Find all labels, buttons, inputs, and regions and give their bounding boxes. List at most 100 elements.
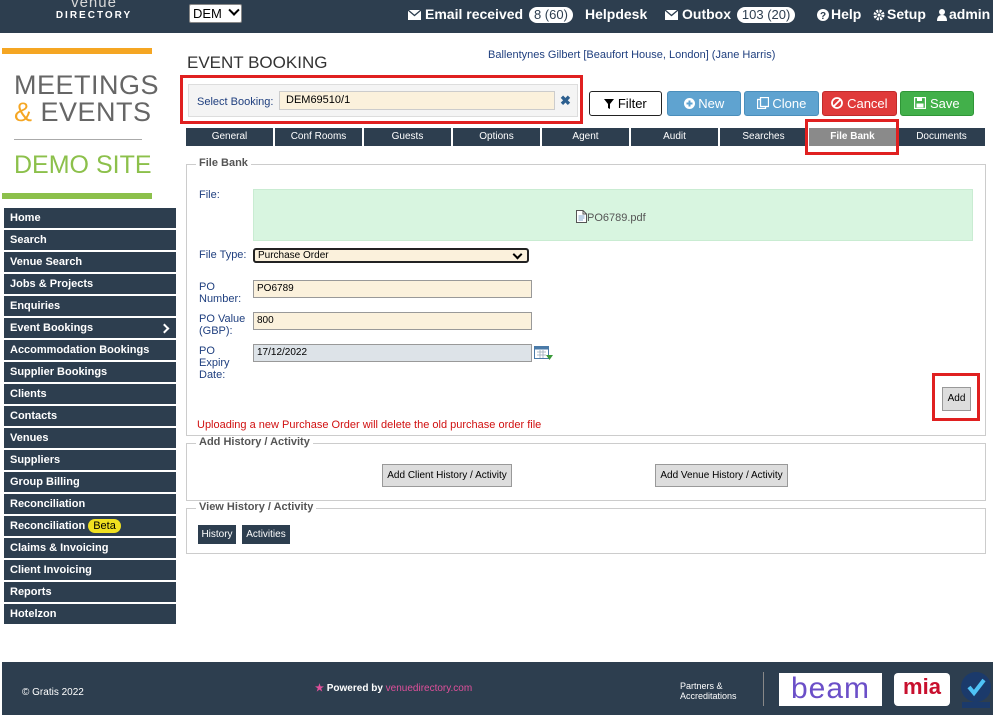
file-type-label: File Type:	[199, 249, 247, 261]
sidebar-item-label: Hotelzon	[10, 608, 57, 620]
sidebar-item-hotelzon[interactable]: Hotelzon	[4, 604, 176, 624]
help-link[interactable]: ? Help	[817, 6, 861, 22]
outbox-label: Outbox	[682, 6, 731, 22]
sidebar-item-label: Accommodation Bookings	[10, 344, 150, 356]
email-received-link[interactable]: Email received 8 (60)	[408, 6, 573, 23]
sidebar: Home Search Venue Search Jobs & Projects…	[4, 208, 176, 626]
chevron-down-icon	[228, 4, 240, 16]
save-button[interactable]: Save	[900, 91, 974, 116]
new-button[interactable]: New	[667, 91, 741, 116]
brand-divider	[14, 139, 142, 140]
activities-button[interactable]: Activities	[242, 525, 290, 544]
client-info-link[interactable]: Ballentynes Gilbert [Beaufort House, Lon…	[488, 49, 775, 61]
powered-by-site: venuedirectory.com	[385, 683, 473, 694]
partners-label: Partners & Accreditations	[680, 681, 737, 701]
powered-by[interactable]: ★ Powered by venuedirectory.com	[315, 683, 472, 694]
sidebar-item-label: Supplier Bookings	[10, 366, 108, 378]
tab-conf-rooms[interactable]: Conf Rooms	[275, 128, 362, 146]
sidebar-item-label: Jobs & Projects	[10, 278, 94, 290]
helpdesk-link[interactable]: Helpdesk	[585, 6, 647, 22]
meetings-events-logo: MEETINGS & EVENTS	[14, 72, 159, 126]
sidebar-item-label: Suppliers	[10, 454, 61, 466]
sidebar-item-reports[interactable]: Reports	[4, 582, 176, 602]
setup-label: Setup	[887, 6, 926, 22]
tab-searches[interactable]: Searches	[720, 128, 807, 146]
tab-guests[interactable]: Guests	[364, 128, 451, 146]
user-label: admin	[949, 6, 991, 22]
brand-events: EVENTS	[40, 97, 152, 127]
add-history-legend: Add History / Activity	[196, 436, 313, 448]
tab-options[interactable]: Options	[453, 128, 540, 146]
history-button[interactable]: History	[198, 525, 236, 544]
filter-label: Filter	[617, 96, 647, 111]
mia-logo[interactable]: mia	[894, 673, 950, 706]
tab-agent[interactable]: Agent	[542, 128, 629, 146]
logo-line2: DIRECTORY	[55, 10, 133, 21]
po-value-input[interactable]: 800	[253, 312, 532, 330]
cancel-button[interactable]: Cancel	[822, 91, 897, 116]
setup-link[interactable]: Setup	[873, 6, 926, 22]
sidebar-item-venues[interactable]: Venues	[4, 428, 176, 448]
sidebar-item-reconciliation-beta[interactable]: Reconciliation Beta	[4, 516, 176, 536]
calendar-icon[interactable]	[534, 345, 553, 361]
sidebar-item-client-invoicing[interactable]: Client Invoicing	[4, 560, 176, 580]
filter-button[interactable]: Filter	[589, 91, 662, 116]
sidebar-item-label: Clients	[10, 388, 47, 400]
file-type-select[interactable]: Purchase Order	[253, 248, 529, 263]
envelope-icon	[408, 10, 421, 21]
sidebar-item-jobs-projects[interactable]: Jobs & Projects	[4, 274, 176, 294]
sidebar-item-clients[interactable]: Clients	[4, 384, 176, 404]
sidebar-item-label: Contacts	[10, 410, 58, 422]
top-bar: venue DIRECTORY DEM Email received 8 (60…	[0, 0, 993, 33]
tab-audit[interactable]: Audit	[631, 128, 718, 146]
floppy-disk-icon	[914, 96, 927, 110]
sidebar-item-search[interactable]: Search	[4, 230, 176, 250]
add-button[interactable]: Add	[942, 387, 971, 411]
sidebar-item-event-bookings[interactable]: Event Bookings	[4, 318, 176, 338]
sidebar-item-reconciliation[interactable]: Reconciliation	[4, 494, 176, 514]
email-count-badge: 8 (60)	[528, 7, 573, 23]
help-label: Help	[831, 6, 862, 22]
tab-documents[interactable]: Documents	[898, 128, 985, 146]
ban-icon	[831, 97, 844, 109]
file-name: PO6789.pdf	[587, 212, 646, 224]
venue-directory-logo[interactable]: venue DIRECTORY	[44, 0, 144, 29]
sidebar-item-contacts[interactable]: Contacts	[4, 406, 176, 426]
sidebar-item-supplier-bookings[interactable]: Supplier Bookings	[4, 362, 176, 382]
sidebar-item-label: Event Bookings	[10, 322, 94, 334]
page-title: EVENT BOOKING	[187, 53, 328, 72]
chevron-down-icon	[512, 249, 523, 260]
file-link[interactable]: PO6789.pdf	[576, 210, 646, 224]
sidebar-item-label: Reconciliation	[10, 520, 86, 532]
sidebar-item-accommodation-bookings[interactable]: Accommodation Bookings	[4, 340, 176, 360]
view-history-fieldset	[186, 508, 986, 554]
add-venue-history-button[interactable]: Add Venue History / Activity	[655, 464, 788, 487]
site-selector[interactable]: DEM	[189, 4, 242, 23]
add-client-history-button[interactable]: Add Client History / Activity	[382, 464, 512, 487]
sidebar-item-enquiries[interactable]: Enquiries	[4, 296, 176, 316]
user-menu[interactable]: admin	[937, 6, 990, 22]
email-received-label: Email received	[425, 6, 524, 22]
po-expiry-label: PO Expiry Date:	[199, 345, 230, 381]
sidebar-item-home[interactable]: Home	[4, 208, 176, 228]
powered-by-label: Powered by	[326, 683, 383, 694]
sidebar-item-claims-invoicing[interactable]: Claims & Invoicing	[4, 538, 176, 558]
brand-amp: &	[14, 97, 33, 127]
demo-site-label: DEMO SITE	[14, 151, 152, 179]
outbox-link[interactable]: Outbox 103 (20)	[665, 6, 796, 23]
sidebar-item-venue-search[interactable]: Venue Search	[4, 252, 176, 272]
sidebar-item-group-billing[interactable]: Group Billing	[4, 472, 176, 492]
tab-general[interactable]: General	[186, 128, 273, 146]
po-number-input[interactable]: PO6789	[253, 280, 532, 298]
sidebar-item-label: Enquiries	[10, 300, 61, 312]
sidebar-item-label: Venue Search	[10, 256, 83, 268]
star-icon: ★	[315, 683, 324, 694]
plus-circle-icon	[683, 98, 695, 109]
question-circle-icon: ?	[817, 9, 829, 22]
clone-button[interactable]: Clone	[744, 91, 819, 116]
po-value-label: PO Value (GBP):	[199, 313, 246, 337]
beam-logo[interactable]: beam	[779, 673, 882, 706]
po-expiry-date-input[interactable]: 17/12/2022	[253, 344, 532, 362]
brand-events-line: & EVENTS	[14, 99, 159, 126]
sidebar-item-suppliers[interactable]: Suppliers	[4, 450, 176, 470]
